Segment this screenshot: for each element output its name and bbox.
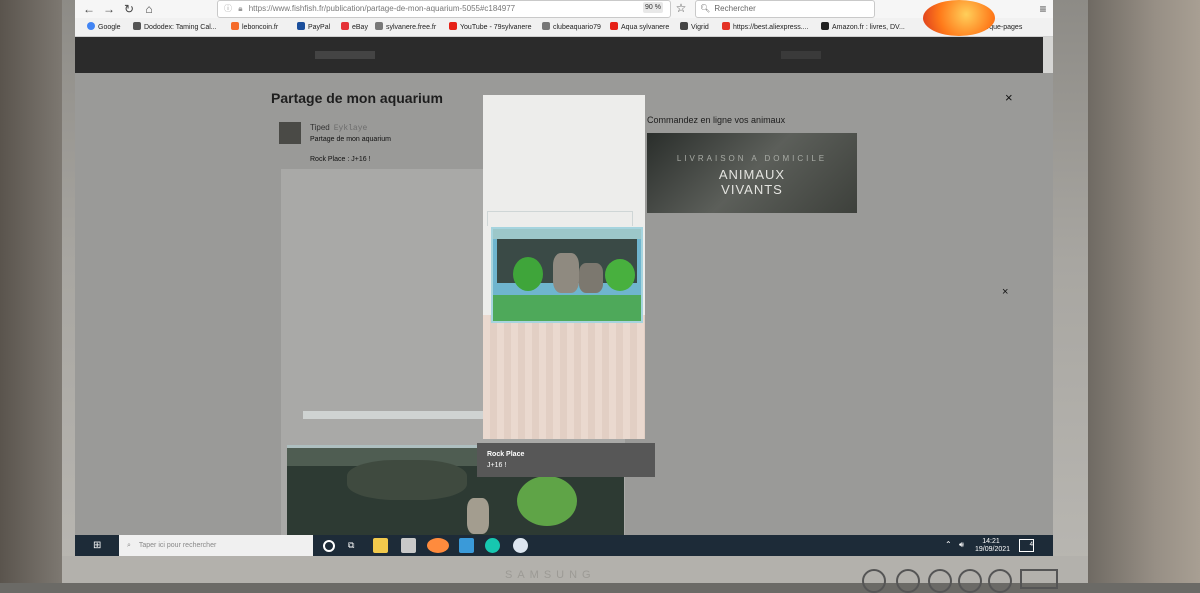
bookmark-ebay[interactable]: eBay (341, 22, 368, 33)
clock[interactable]: 14:21 19/09/2021 (975, 538, 1011, 554)
monitor-button[interactable] (896, 569, 920, 593)
bookmark-paypal[interactable]: PayPal (297, 22, 330, 33)
close-icon[interactable]: × (1002, 286, 1008, 298)
reload-icon[interactable]: ↻ (121, 1, 137, 17)
dododex-icon (133, 22, 141, 30)
search-bar[interactable]: 🔍︎ Rechercher (695, 0, 875, 18)
url-bar[interactable]: ⓘ 🔒︎ https://www.fishfish.fr/publication… (217, 0, 671, 18)
home-icon[interactable]: ⌂ (141, 1, 157, 17)
tank-lid (487, 211, 633, 226)
google-icon (87, 22, 95, 30)
screen: ← → ↻ ⌂ ⓘ 🔒︎ https://www.fishfish.fr/pub… (75, 0, 1053, 556)
lock-icon: 🔒︎ (238, 4, 243, 13)
post-title: Partage de mon aquarium (310, 136, 391, 143)
author-name: Tiped (310, 123, 330, 132)
bookmark-clubeaquario[interactable]: clubeaquario79 (542, 22, 601, 33)
bookmark-google[interactable]: Google (87, 22, 121, 33)
modal-title: Partage de mon aquarium (271, 90, 443, 106)
lightbox-image[interactable] (483, 95, 645, 439)
url-text: https://www.fishfish.fr/publication/part… (248, 4, 516, 13)
caption-title: Rock Place (487, 451, 525, 458)
monitor-button[interactable] (958, 569, 982, 593)
vigrid-icon (680, 22, 688, 30)
app-icon[interactable] (459, 538, 474, 553)
notification-count: 4 (1029, 542, 1033, 548)
monitor-button[interactable] (988, 569, 1012, 593)
leboncoin-icon (231, 22, 239, 30)
bookmarks-bar: Google Dododex: Taming Cal... leboncoin.… (75, 18, 1053, 37)
store-icon[interactable] (401, 538, 416, 553)
bookmark-aqua-sylvanere[interactable]: Aqua sylvanere (610, 22, 669, 33)
bookmark-youtube[interactable]: YouTube - 79sylvanere (449, 22, 531, 33)
app-icon[interactable] (485, 538, 500, 553)
photo-shelf (303, 411, 487, 419)
search-icon: ⌕ (127, 542, 131, 549)
bookmark-leboncoin[interactable]: leboncoin.fr (231, 22, 278, 33)
site-icon (375, 22, 383, 30)
lightbox-caption: Rock Place J+16 ! (477, 443, 655, 477)
search-placeholder: Rechercher (714, 4, 756, 13)
bookmark-sylvanere[interactable]: sylvanere.free.fr (375, 22, 436, 33)
bookmark-aliexpress[interactable]: https://best.aliexpress.... (722, 22, 808, 33)
nav-item[interactable] (781, 51, 821, 59)
post-caption: Rock Place : J+16 ! (310, 156, 371, 163)
monitor-button[interactable] (862, 569, 886, 593)
monitor-power-button[interactable] (1020, 569, 1058, 589)
bookmark-dododex[interactable]: Dododex: Taming Cal... (133, 22, 217, 33)
taskbar-search-placeholder: Taper ici pour rechercher (138, 542, 217, 549)
taskbar-search[interactable]: ⌕ Taper ici pour rechercher (119, 535, 313, 556)
aliexpress-icon (722, 22, 730, 30)
ad-title: Commandez en ligne vos animaux (647, 115, 786, 125)
firefox-logo (923, 0, 995, 36)
volume-icon[interactable]: 🔊︎ (959, 540, 964, 550)
file-explorer-icon[interactable] (373, 538, 388, 553)
notifications-icon[interactable]: 4 (1019, 539, 1034, 552)
youtube-icon (449, 22, 457, 30)
background-right (1088, 0, 1200, 583)
monitor-brand: SAMSUNG (505, 569, 596, 581)
clock-date: 19/09/2021 (975, 546, 1011, 553)
tray-chevron-icon[interactable]: ⌃ (945, 540, 952, 549)
youtube-icon (610, 22, 618, 30)
close-icon[interactable]: × (1005, 90, 1013, 105)
author-handle: Eyklaye (333, 124, 368, 133)
nav-item[interactable] (315, 51, 375, 59)
background-left (0, 0, 62, 583)
caption-subtitle: J+16 ! (487, 462, 507, 469)
task-view-icon[interactable]: ⧉ (348, 540, 359, 551)
mouse-cursor (375, 443, 381, 449)
taskbar: ⊞ ⌕ Taper ici pour rechercher ⧉ ⌃ 🔊︎ 14:… (75, 535, 1053, 556)
app-icon[interactable] (513, 538, 528, 553)
zoom-indicator[interactable]: 90 % (643, 2, 663, 13)
aquarium-photo (491, 227, 643, 323)
photo-floor (483, 315, 645, 439)
paypal-icon (297, 22, 305, 30)
browser-toolbar: ← → ↻ ⌂ ⓘ 🔒︎ https://www.fishfish.fr/pub… (75, 0, 1053, 18)
ebay-icon (341, 22, 349, 30)
clock-time: 14:21 (982, 538, 1000, 545)
site-icon (542, 22, 550, 30)
avatar[interactable] (279, 122, 301, 144)
windows-start-icon[interactable]: ⊞ (93, 540, 104, 551)
cortana-icon[interactable] (323, 540, 335, 552)
bookmark-star-icon[interactable]: ☆ (673, 0, 689, 16)
bookmark-amazon[interactable]: Amazon.fr : livres, DV... (821, 22, 905, 33)
amazon-icon (821, 22, 829, 30)
firefox-taskbar-icon[interactable] (427, 538, 449, 553)
forward-icon[interactable]: → (101, 1, 117, 17)
monitor-button[interactable] (928, 569, 952, 593)
menu-icon[interactable]: ≡ (1035, 1, 1051, 17)
post-author[interactable]: Tiped Eyklaye (310, 123, 367, 133)
ad-line1: LIVRAISON A DOMICILE (676, 154, 828, 163)
ad-line2: ANIMAUX VIVANTS (718, 167, 786, 197)
bookmark-vigrid[interactable]: Vigrid (680, 22, 709, 33)
ad-banner[interactable]: LIVRAISON A DOMICILE ANIMAUX VIVANTS (647, 133, 857, 213)
back-icon[interactable]: ← (81, 1, 97, 17)
site-navigation (75, 37, 1043, 73)
search-icon: 🔍︎ (700, 4, 711, 13)
info-icon: ⓘ (224, 4, 232, 13)
